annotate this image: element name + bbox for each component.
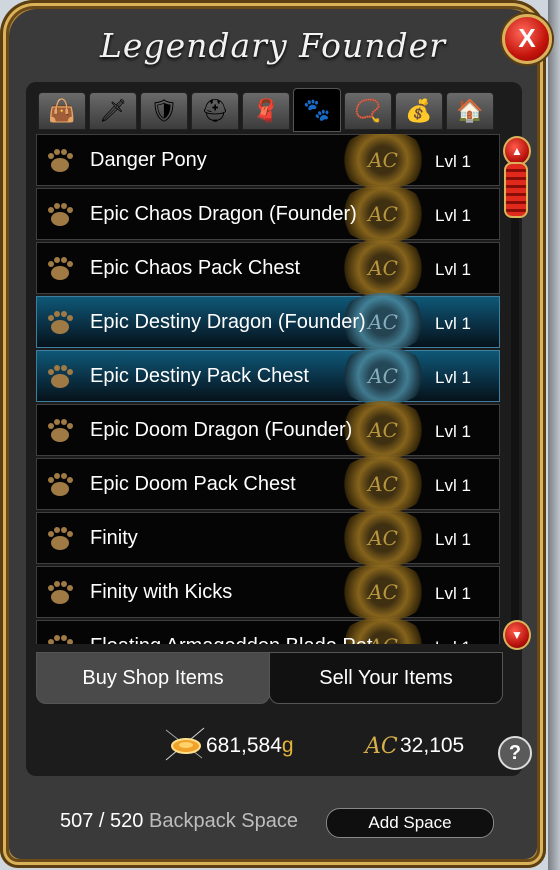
paw-icon xyxy=(48,311,73,334)
item-level: Lvl 1 xyxy=(435,422,471,441)
item-list: AC Danger Pony Lvl 1 AC Epic Chaos Dragon (F… xyxy=(36,134,500,644)
ac-badge-icon: AC xyxy=(337,563,429,621)
paw-icon xyxy=(48,527,73,550)
paw-icon xyxy=(48,365,73,388)
paw-icon xyxy=(48,203,73,226)
scroll-track[interactable] xyxy=(511,156,519,630)
list-item[interactable]: AC Finity Lvl 1 xyxy=(36,509,500,567)
armor-icon: 🛡 xyxy=(150,98,178,123)
backpack-space: 507 / 520 Backpack Space xyxy=(60,810,298,833)
item-name: Floating Armageddon Blade Pet xyxy=(90,635,372,644)
paw-icon xyxy=(48,473,73,496)
item-name: Epic Doom Pack Chest xyxy=(90,473,296,495)
house-icon: 🏠 xyxy=(456,98,484,123)
window-title: Legendary Founder xyxy=(100,26,446,65)
backpack-separator: / xyxy=(93,810,111,832)
backpack-used: 507 xyxy=(60,810,94,832)
amulet-icon: 📿 xyxy=(354,98,382,123)
background-strip xyxy=(548,0,560,870)
buy-shop-items-tab[interactable]: Buy Shop Items xyxy=(36,652,270,704)
ac-currency-icon: AC xyxy=(365,734,398,759)
item-level: Lvl 1 xyxy=(435,152,471,171)
sword-icon: 🗡 xyxy=(99,98,127,123)
paw-icon xyxy=(48,257,73,280)
item-name: Epic Destiny Dragon (Founder) xyxy=(90,311,366,333)
paw-icon: 🐾 xyxy=(303,97,331,122)
paw-icon xyxy=(48,635,73,644)
gold-value: 681,584 xyxy=(206,734,282,757)
tab-cape[interactable]: 🧣 xyxy=(242,92,290,130)
list-item[interactable]: AC Epic Doom Dragon (Founder) Lvl 1 xyxy=(36,401,500,459)
item-level: Lvl 1 xyxy=(435,638,471,644)
item-name: Epic Chaos Dragon (Founder) xyxy=(90,203,357,225)
sell-your-items-tab[interactable]: Sell Your Items xyxy=(269,652,503,704)
item-level: Lvl 1 xyxy=(435,584,471,603)
list-item[interactable]: AC Finity with Kicks Lvl 1 xyxy=(36,563,500,621)
item-level: Lvl 1 xyxy=(435,530,471,549)
close-button[interactable]: X xyxy=(502,14,552,64)
gold-coin-icon xyxy=(165,727,205,761)
ac-badge-icon: AC xyxy=(337,239,429,297)
backpack-label: Backpack Space xyxy=(148,810,298,832)
gold-amount: 681,584g xyxy=(206,734,294,758)
item-level: Lvl 1 xyxy=(435,476,471,495)
item-name: Epic Doom Dragon (Founder) xyxy=(90,419,353,441)
gold-unit: g xyxy=(281,734,294,757)
list-item[interactable]: AC Epic Destiny Dragon (Founder) Lvl 1 xyxy=(36,293,500,351)
item-name: Danger Pony xyxy=(90,149,207,171)
tab-armor[interactable]: 🛡 xyxy=(140,92,188,130)
list-item[interactable]: ACFloating Armageddon Blade PetLvl 1 xyxy=(36,617,500,644)
item-level: Lvl 1 xyxy=(435,260,471,279)
tab-weapon[interactable]: 🗡 xyxy=(89,92,137,130)
cape-icon: 🧣 xyxy=(252,98,280,123)
item-name: Finity with Kicks xyxy=(90,581,233,603)
item-name: Epic Chaos Pack Chest xyxy=(90,257,301,279)
item-name: Finity xyxy=(90,527,138,549)
add-space-button[interactable]: Add Space xyxy=(326,808,494,838)
sack-icon: 💰 xyxy=(405,98,433,123)
scroll-thumb[interactable] xyxy=(504,162,528,218)
ac-badge-icon: AC xyxy=(337,455,429,513)
tab-amulet[interactable]: 📿 xyxy=(344,92,392,130)
paw-icon xyxy=(48,419,73,442)
ac-badge-icon: AC xyxy=(337,509,429,567)
tab-item[interactable]: 💰 xyxy=(395,92,443,130)
tab-house[interactable]: 🏠 xyxy=(446,92,494,130)
bag-icon: 👜 xyxy=(48,98,76,123)
list-item[interactable]: AC Danger Pony Lvl 1 xyxy=(36,134,500,189)
ac-badge-icon: AC xyxy=(337,134,429,189)
item-level: Lvl 1 xyxy=(435,368,471,387)
item-level: Lvl 1 xyxy=(435,314,471,333)
list-item[interactable]: AC Epic Chaos Pack Chest Lvl 1 xyxy=(36,239,500,297)
tab-bag[interactable]: 👜 xyxy=(38,92,86,130)
list-item[interactable]: AC Epic Chaos Dragon (Founder) Lvl 1 xyxy=(36,185,500,243)
scroll-down-arrow-icon[interactable]: ▼ xyxy=(503,620,531,650)
help-button[interactable]: ? xyxy=(498,736,532,770)
list-item[interactable]: AC Epic Doom Pack Chest Lvl 1 xyxy=(36,455,500,513)
shop-mode-tabs: Buy Shop Items Sell Your Items xyxy=(36,652,503,704)
item-level: Lvl 1 xyxy=(435,206,471,225)
paw-icon xyxy=(48,149,73,172)
list-item[interactable]: AC Epic Destiny Pack Chest Lvl 1 xyxy=(36,347,500,405)
item-name: Epic Destiny Pack Chest xyxy=(90,365,309,387)
item-list-scrollbar[interactable]: ▲ ▼ xyxy=(503,136,531,650)
backpack-total: 520 xyxy=(110,810,144,832)
paw-icon xyxy=(48,581,73,604)
ac-badge-icon: AC xyxy=(337,347,429,405)
helm-icon: ⛑ xyxy=(201,98,229,123)
tab-helm[interactable]: ⛑ xyxy=(191,92,239,130)
tab-pet[interactable]: 🐾 xyxy=(293,88,341,132)
ac-amount: 32,105 xyxy=(400,734,465,757)
